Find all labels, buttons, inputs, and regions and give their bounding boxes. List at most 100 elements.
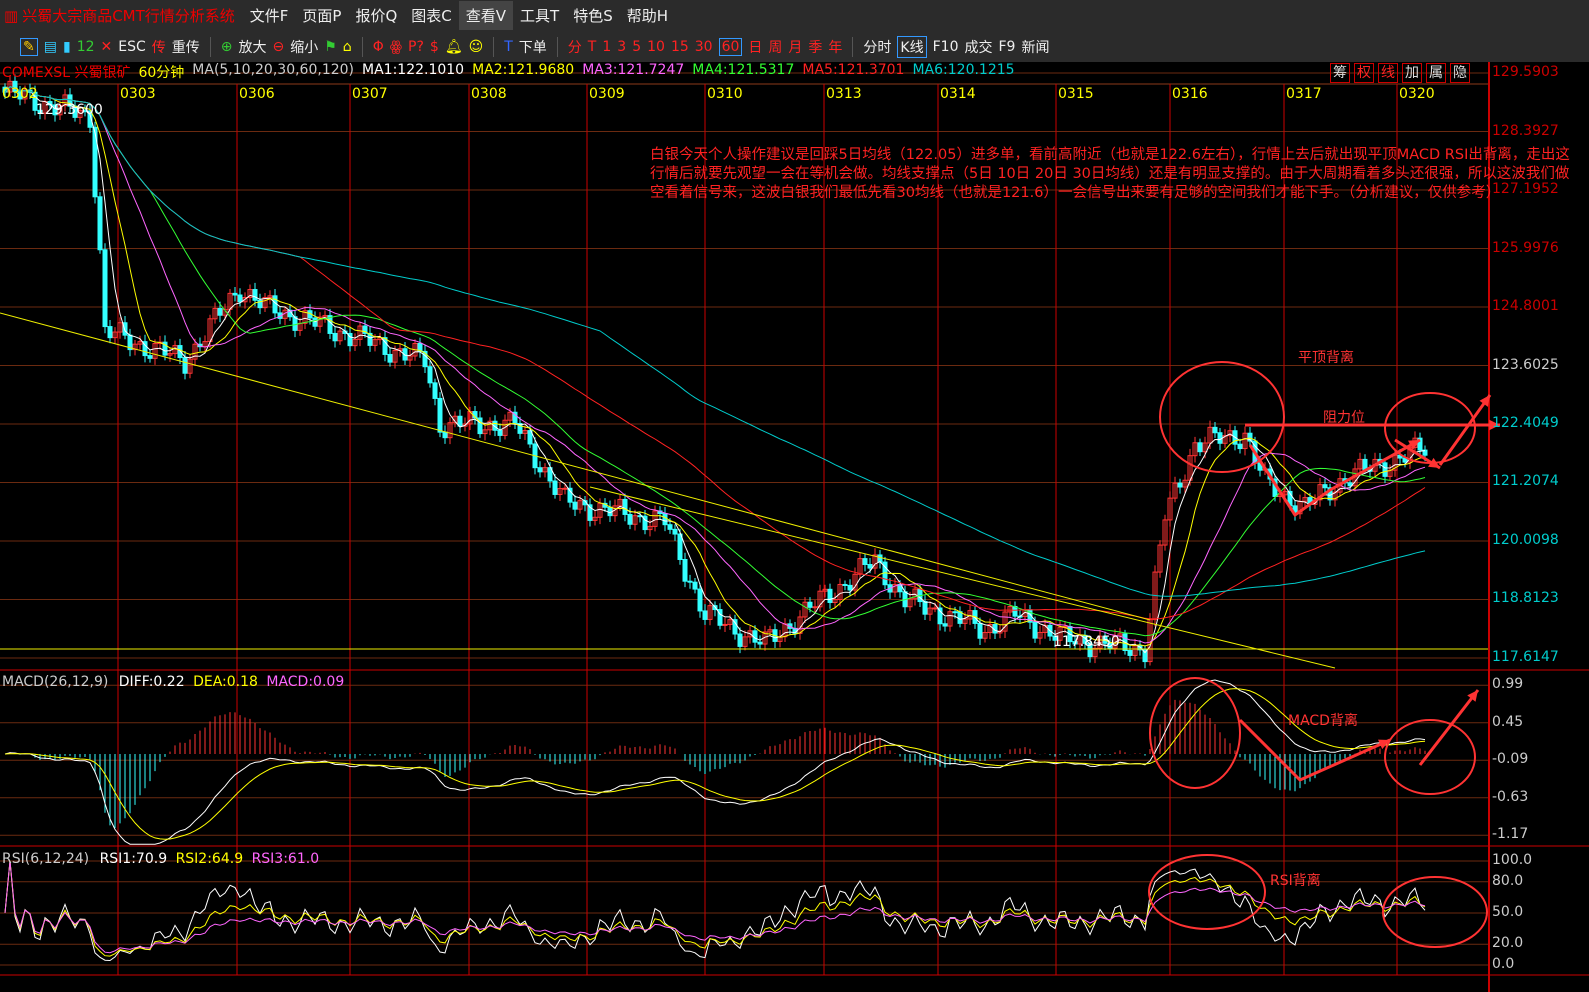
candle-body (952, 611, 958, 614)
candle-body (732, 619, 738, 635)
candle-body (572, 501, 578, 510)
price-axis-label: 125.9976 (1492, 239, 1559, 256)
high-price-label: 129.3600 (36, 102, 103, 118)
candle-body (662, 513, 668, 526)
price-axis-label: 120.0098 (1492, 532, 1559, 548)
annotation-circle (1148, 854, 1266, 930)
date-label: 0308 (471, 86, 507, 102)
candle-body (942, 623, 948, 627)
candle-body (682, 558, 688, 582)
macd-divergence-label: MACD背离 (1288, 713, 1358, 729)
candle-body (702, 610, 708, 620)
period-label: 60分钟 (138, 65, 185, 81)
attribute-button[interactable]: 属 (1426, 63, 1446, 83)
candle-body (672, 528, 678, 535)
candle-body (977, 622, 983, 639)
candle-body (1127, 649, 1133, 656)
rsi1-line (4, 860, 1426, 962)
candle-body (877, 554, 883, 563)
trendline (589, 486, 1336, 669)
date-label: 0309 (589, 86, 625, 102)
price-axis-label: 118.8123 (1492, 590, 1559, 607)
flat-top-divergence-label: 平顶背离 (1298, 350, 1354, 366)
rsi2-value: RSI2:64.9 (175, 851, 244, 867)
candle-body (217, 307, 223, 316)
rsi-axis-label: 50.0 (1492, 904, 1524, 920)
macd-up-arrow (1418, 689, 1480, 766)
date-label: 0317 (1286, 86, 1322, 102)
date-label: 0302 (2, 86, 38, 102)
macd-axis-label: -1.17 (1492, 826, 1529, 843)
candle-body (922, 601, 928, 615)
rsi3-line (4, 860, 1426, 954)
candle-body (1012, 605, 1018, 617)
macd-value: MACD:0.09 (266, 674, 345, 690)
candle-body (847, 584, 853, 591)
resistance-label: 阻力位 (1323, 410, 1365, 426)
candle-body (97, 196, 103, 251)
price-axis-label: 123.6025 (1492, 356, 1559, 373)
price-axis-label: 129.5903 (1492, 64, 1559, 80)
macd-axis-label: -0.63 (1492, 788, 1529, 805)
macd-axis-label: 0.99 (1492, 676, 1524, 693)
candle-body (1217, 432, 1223, 444)
rights-button[interactable]: 权 (1354, 63, 1374, 83)
candle-body (1032, 621, 1038, 639)
rsi-divergence-label: RSI背离 (1270, 873, 1321, 889)
macd-dea: DEA:0.18 (193, 674, 258, 690)
price-axis-label: 122.4049 (1492, 415, 1559, 431)
candle-body (722, 623, 728, 626)
date-label: 0307 (352, 86, 388, 102)
rsi1-value: RSI1:70.9 (99, 851, 168, 867)
trendline (0, 312, 1151, 621)
ma4-value: MA4:121.5317 (692, 62, 795, 78)
candle-body (1177, 482, 1183, 488)
date-label: 0313 (826, 86, 862, 102)
candle-body (827, 588, 833, 603)
candle-body (667, 524, 673, 530)
date-label: 0310 (707, 86, 743, 102)
price-axis-label: 124.8001 (1492, 297, 1559, 314)
candle-body (957, 611, 963, 624)
candle-body (862, 558, 868, 566)
candle-body (1212, 426, 1218, 434)
candle-body (562, 487, 568, 490)
date-label: 0303 (120, 86, 156, 102)
candle-body (232, 292, 238, 296)
rsi-params: RSI(6,12,24) (2, 851, 90, 867)
candle-body (677, 533, 683, 560)
hide-button[interactable]: 隐 (1450, 63, 1470, 83)
date-label: 0316 (1172, 86, 1208, 102)
ma2-value: MA2:121.9680 (472, 62, 575, 78)
ma3-value: MA3:121.7247 (582, 62, 685, 78)
candle-body (627, 513, 633, 525)
add-button[interactable]: 加 (1402, 63, 1422, 83)
candle-body (622, 498, 628, 515)
candle-body (687, 580, 693, 583)
rsi-axis-label: 100.0 (1492, 852, 1533, 868)
ma1-value: MA1:122.1010 (362, 62, 465, 78)
candle-body (332, 332, 338, 342)
candle-body (1197, 442, 1203, 453)
line-button[interactable]: 线 (1378, 63, 1398, 83)
candle-body (237, 294, 243, 303)
candle-body (537, 467, 543, 473)
candle-body (692, 581, 698, 590)
chips-button[interactable]: 筹 (1330, 63, 1350, 83)
date-label: 0306 (239, 86, 275, 102)
macd-info: MACD(26,12,9) DIFF:0.22 DEA:0.18 MACD:0.… (2, 674, 344, 690)
date-label: 0315 (1058, 86, 1094, 102)
price-axis-label: 117.6147 (1492, 649, 1559, 665)
rsi-info: RSI(6,12,24) RSI1:70.9 RSI2:64.9 RSI3:61… (2, 851, 319, 867)
candle-body (807, 601, 813, 608)
candle-body (147, 355, 153, 359)
candle-body (427, 366, 433, 384)
macd-diff: DIFF:0.22 (118, 674, 185, 690)
rsi-axis-label: 80.0 (1492, 872, 1524, 889)
candle-body (387, 353, 393, 363)
candle-body (432, 382, 438, 399)
date-label: 0320 (1399, 86, 1435, 102)
ma-params: MA(5,10,20,30,60,120) (192, 62, 354, 78)
low-price-label: 117.8450 (1053, 634, 1120, 650)
candle-body (252, 289, 258, 301)
